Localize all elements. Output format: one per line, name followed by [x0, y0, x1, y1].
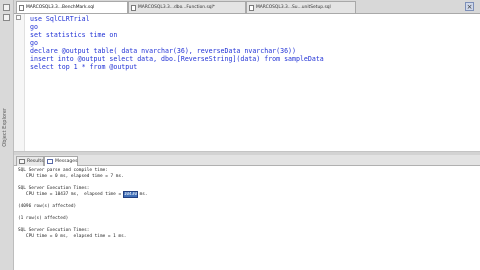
messages-pane[interactable]: SQL Server parse and compile time: CPU t… — [14, 166, 480, 270]
pin-icon[interactable] — [3, 4, 10, 11]
code-line: go — [30, 23, 38, 31]
code-line: use SqlCLRTrial — [30, 15, 90, 23]
message-line: CPU time = 0 ms, elapsed time = 1 ms. — [18, 234, 127, 239]
editor-margin — [14, 14, 25, 151]
code-line: set statistics time on — [30, 31, 118, 39]
message-line: (1 row(s) affected) — [18, 216, 69, 221]
code-line: declare @output table( data nvarchar(36)… — [30, 47, 296, 55]
tab-function-sql[interactable]: MARCOSQL3.3...dbo...Function.sql* — [128, 1, 246, 13]
ssms-window: Object Explorer MARCOSQL3.3...BenchMark.… — [0, 0, 480, 270]
tab-label: MARCOSQL3.3...BenchMark.sql — [26, 5, 95, 10]
selected-elapsed-time[interactable]: 10430 — [122, 191, 138, 198]
properties-icon[interactable] — [3, 14, 10, 21]
tab-label: MARCOSQL3.3...dbo...Function.sql* — [138, 5, 215, 10]
close-icon[interactable]: × — [465, 2, 474, 11]
object-explorer-label[interactable]: Object Explorer — [2, 108, 8, 147]
tab-label: MARCOSQL3.3...Su...unitSetup.sql — [256, 5, 331, 10]
sql-file-icon — [131, 5, 136, 11]
collapse-icon[interactable] — [16, 15, 21, 20]
tab-label: Results — [27, 159, 44, 164]
tab-label: Messages — [55, 159, 78, 164]
tab-unitsetup-sql[interactable]: MARCOSQL3.3...Su...unitSetup.sql — [246, 1, 356, 13]
object-explorer-strip[interactable]: Object Explorer — [0, 0, 14, 270]
document-tab-strip: MARCOSQL3.3...BenchMark.sql MARCOSQL3.3.… — [14, 0, 480, 14]
code-line: insert into @output select data, dbo.[Re… — [30, 55, 324, 63]
grid-icon — [19, 159, 25, 164]
tab-benchmark-sql[interactable]: MARCOSQL3.3...BenchMark.sql — [16, 1, 128, 13]
query-editor[interactable]: use SqlCLRTrial go set statistics time o… — [14, 14, 480, 152]
message-icon — [47, 159, 53, 164]
sql-file-icon — [249, 5, 254, 11]
sql-file-icon — [19, 5, 24, 11]
results-tab-strip: Results Messages — [14, 155, 480, 166]
tab-messages[interactable]: Messages — [44, 156, 78, 166]
code-line: select top 1 * from @output — [30, 63, 138, 71]
message-line: CPU time = 10437 ms, elapsed time = 1043… — [18, 191, 148, 198]
message-line: (4096 row(s) affected) — [18, 204, 77, 209]
tab-results[interactable]: Results — [16, 156, 44, 166]
message-line: CPU time = 0 ms, elapsed time = 7 ms. — [18, 174, 124, 179]
code-line: go — [30, 39, 38, 47]
